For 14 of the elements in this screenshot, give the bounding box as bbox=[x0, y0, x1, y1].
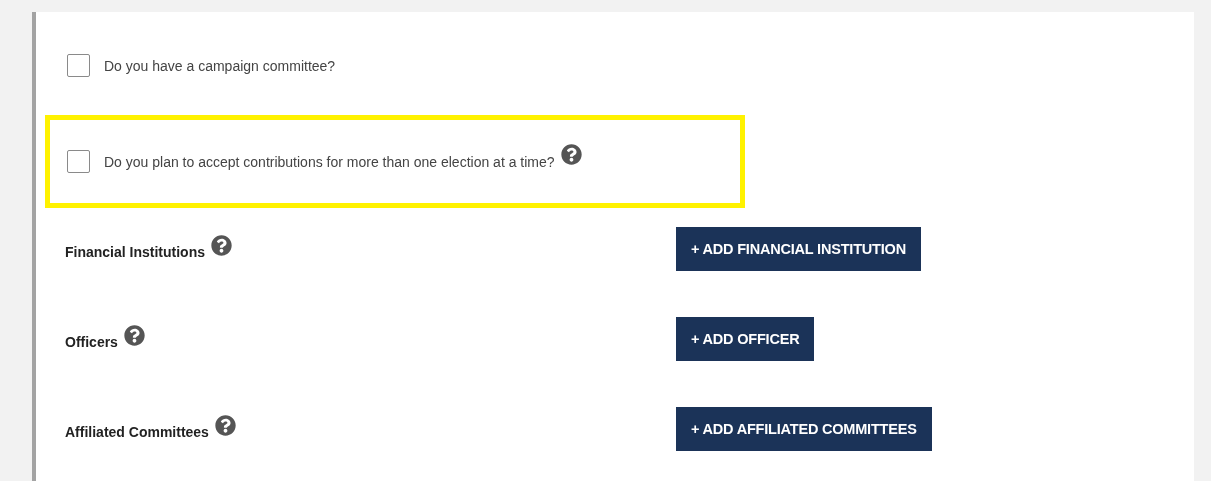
help-icon[interactable] bbox=[214, 414, 236, 436]
checkbox[interactable] bbox=[67, 150, 90, 173]
question-label: Do you plan to accept contributions for more than one election at a time? bbox=[104, 153, 555, 170]
checkbox[interactable] bbox=[67, 54, 90, 77]
add-button[interactable]: + ADD AFFILIATED COMMITTEES bbox=[676, 407, 932, 451]
add-button[interactable]: + ADD OFFICER bbox=[676, 317, 815, 361]
section-label: Affiliated Committees bbox=[65, 424, 209, 440]
question-label: Do you have a campaign committee? bbox=[104, 57, 336, 74]
add-button[interactable]: + ADD FINANCIAL INSTITUTION bbox=[676, 227, 921, 271]
help-icon[interactable] bbox=[211, 234, 232, 256]
help-icon[interactable] bbox=[560, 144, 582, 165]
section-label: Financial Institutions bbox=[65, 244, 205, 260]
help-icon[interactable] bbox=[123, 324, 145, 346]
section-label: Officers bbox=[65, 334, 118, 350]
